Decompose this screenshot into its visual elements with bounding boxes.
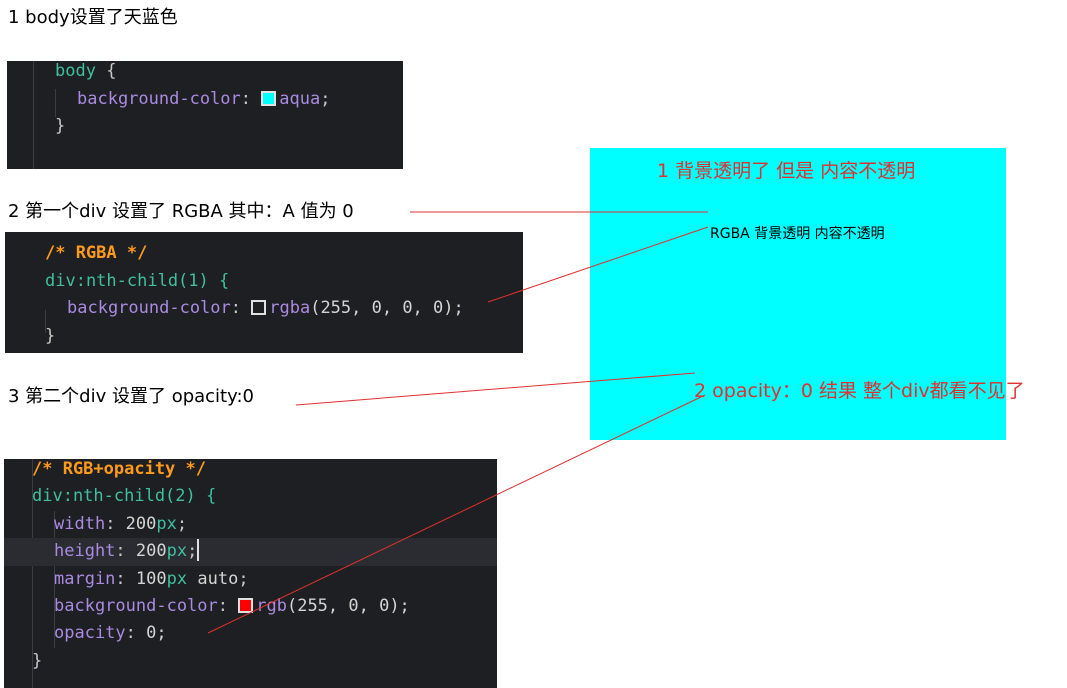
- annotation-lines: [207, 211, 709, 634]
- annotation-line: [487, 226, 709, 303]
- annotation-line: [207, 394, 706, 634]
- annotation-line: [295, 372, 696, 406]
